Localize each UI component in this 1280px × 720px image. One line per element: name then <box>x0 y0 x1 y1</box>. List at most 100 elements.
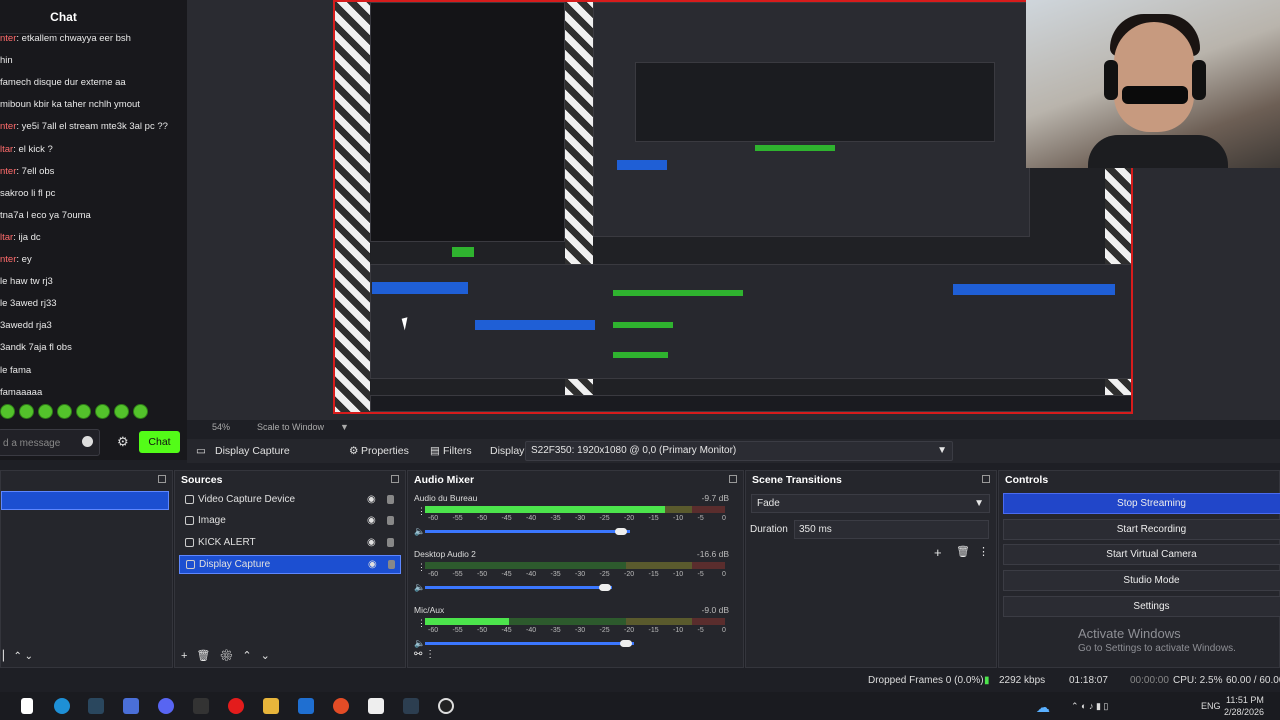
volume-slider[interactable] <box>425 642 634 645</box>
dock-float-icon[interactable] <box>158 475 166 483</box>
duration-input[interactable]: 350 ms <box>794 520 989 539</box>
channel-db: -9.7 dB <box>701 493 729 503</box>
source-type-icon <box>185 516 194 526</box>
stop-streaming-button[interactable]: Stop Streaming <box>1003 493 1280 514</box>
tick-label: -30 <box>575 627 586 634</box>
clock-date[interactable]: 2/28/2026 <box>1224 707 1264 717</box>
transition-select[interactable]: Fade ▼ <box>751 494 990 513</box>
gear-icon[interactable]: ⚙ <box>349 445 358 457</box>
display-select[interactable]: S22F350: 1920x1080 @ 0,0 (Primary Monito… <box>525 441 953 461</box>
scale-mode[interactable]: Scale to Window <box>257 422 324 432</box>
emote-icon[interactable] <box>133 404 148 419</box>
source-name: KICK ALERT <box>198 536 256 548</box>
volume-knob[interactable] <box>615 528 628 535</box>
start-virtual-camera-button[interactable]: Start Virtual Camera <box>1003 544 1280 565</box>
steam-icon[interactable] <box>88 698 104 714</box>
weather-icon[interactable]: ☁ <box>1036 699 1050 716</box>
dock-float-icon[interactable] <box>391 475 399 483</box>
store-icon[interactable] <box>123 698 139 714</box>
emote-icon[interactable] <box>0 404 15 419</box>
tick-label: -45 <box>501 627 512 634</box>
lock-icon[interactable] <box>387 495 394 504</box>
settings-button[interactable]: Settings <box>1003 596 1280 617</box>
lock-icon[interactable] <box>388 559 395 569</box>
speaker-icon[interactable]: 🔈 <box>414 526 425 537</box>
properties-button[interactable]: Properties <box>361 445 409 457</box>
lock-icon[interactable] <box>387 537 394 547</box>
trash-icon[interactable]: 🗑 <box>956 545 970 558</box>
scene-item-selected[interactable] <box>1 491 169 510</box>
emote-icon[interactable] <box>95 404 110 419</box>
preview-canvas[interactable] <box>333 0 1133 414</box>
source-item[interactable]: KICK ALERT ◉ <box>179 534 401 553</box>
language-indicator[interactable]: ENG <box>1201 701 1221 711</box>
chat-send-button[interactable]: Chat <box>139 431 180 453</box>
mixer-link-icon[interactable]: ⚯ ⋮ <box>414 649 435 660</box>
emote-icon[interactable] <box>57 404 72 419</box>
tick-label: -35 <box>550 627 561 634</box>
chat-username[interactable]: ltar <box>0 232 13 243</box>
speaker-icon[interactable]: 🔈 <box>414 582 425 593</box>
chevron-down-icon[interactable]: ▼ <box>340 422 349 432</box>
scene-controls[interactable]: ▏ ⌃ ⌄ <box>3 651 33 662</box>
app-icon[interactable] <box>298 698 314 714</box>
chat-text: el kick ? <box>18 143 53 155</box>
filter-icon[interactable]: ▤ <box>430 445 440 457</box>
gear-icon[interactable]: ⚙ <box>117 434 129 450</box>
dock-float-icon[interactable] <box>982 475 990 483</box>
meter-level <box>425 618 509 625</box>
chat-message: famech disque dur externe aa <box>0 77 126 88</box>
source-controls[interactable]: +🗑⚙⌃⌄ <box>181 649 279 662</box>
lock-icon[interactable] <box>387 516 394 526</box>
emote-bar[interactable] <box>0 404 148 420</box>
emote-icon[interactable] <box>19 404 34 419</box>
start-recording-button[interactable]: Start Recording <box>1003 519 1280 540</box>
source-item[interactable]: Video Capture Device ◉ <box>179 491 401 510</box>
eye-icon[interactable]: ◉ <box>368 559 377 570</box>
dock-float-icon[interactable] <box>729 475 737 483</box>
tick-label: -10 <box>673 571 684 578</box>
emote-icon[interactable] <box>114 404 129 419</box>
eye-icon[interactable]: ◉ <box>367 494 376 505</box>
discord-icon[interactable] <box>158 698 174 714</box>
chat-username[interactable]: nter <box>0 121 16 132</box>
add-transition-button[interactable]: + <box>934 545 942 560</box>
eye-icon[interactable]: ◉ <box>367 515 376 526</box>
chat-message: nter: 7ell obs <box>0 165 55 177</box>
chat-input[interactable]: d a message <box>0 429 100 456</box>
emote-icon[interactable] <box>76 404 91 419</box>
chat-username[interactable]: nter <box>0 254 16 265</box>
app-icon[interactable] <box>403 698 419 714</box>
chat-username[interactable]: nter <box>0 166 16 177</box>
nested-mixer-2 <box>613 322 673 328</box>
obs-icon[interactable] <box>438 698 454 714</box>
capcut-icon[interactable] <box>368 698 384 714</box>
chrome-icon[interactable] <box>333 698 349 714</box>
file-icon[interactable] <box>21 698 33 714</box>
more-icon[interactable]: ⋮ <box>978 545 989 558</box>
emote-icon[interactable] <box>38 404 53 419</box>
speaker-icon[interactable]: 🔈 <box>414 638 425 649</box>
folder-icon[interactable] <box>263 698 279 714</box>
eye-icon[interactable]: ◉ <box>367 537 376 548</box>
emoji-icon[interactable] <box>82 436 93 447</box>
chat-username[interactable]: nter <box>0 33 16 44</box>
opera-icon[interactable] <box>228 698 244 714</box>
studio-mode-button[interactable]: Studio Mode <box>1003 570 1280 591</box>
meter-level <box>425 506 665 513</box>
epic-icon[interactable] <box>193 698 209 714</box>
volume-knob[interactable] <box>619 640 632 647</box>
volume-slider[interactable] <box>425 530 630 533</box>
volume-knob[interactable] <box>598 584 611 591</box>
clock-time[interactable]: 11:51 PM <box>1226 695 1264 705</box>
channel-name: Mic/Aux <box>414 605 445 615</box>
filters-button[interactable]: Filters <box>443 445 472 457</box>
source-item[interactable]: Display Capture ◉ <box>179 554 401 574</box>
edge-icon[interactable] <box>54 698 70 714</box>
chat-username[interactable]: ltar <box>0 144 13 155</box>
volume-slider[interactable] <box>425 586 612 589</box>
chat-message: miboun kbir ka taher nchlh ymout <box>0 99 140 110</box>
source-type-icon <box>185 495 194 504</box>
source-item[interactable]: Image ◉ <box>179 512 401 531</box>
tray-chevron-icon[interactable]: ⌃ ◐ ♪ ▮ ▯ <box>1071 701 1108 712</box>
